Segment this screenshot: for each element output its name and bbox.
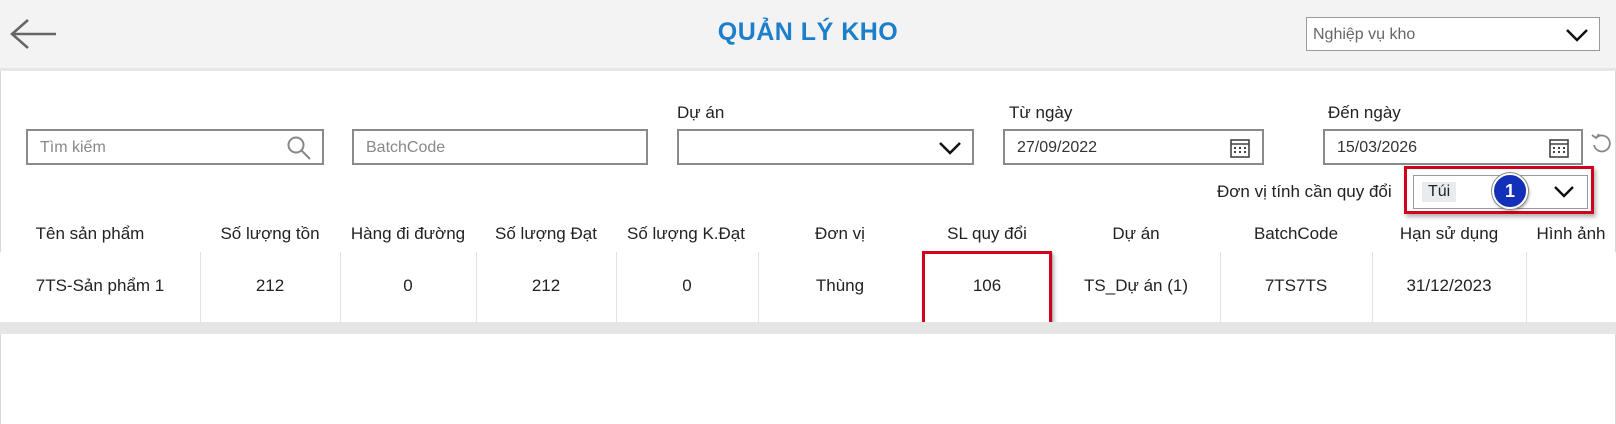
- col-don-vi: Đơn vị: [815, 224, 865, 243]
- col-so-luong-k-dat: Số lượng K.Đạt: [627, 224, 745, 243]
- chevron-down-icon: [1565, 27, 1589, 48]
- nghiep-vu-value: Nghiệp vụ kho: [1313, 26, 1416, 43]
- don-vi-quy-doi-label: Đơn vị tính cần quy đổi: [1217, 182, 1392, 201]
- step-badge: 1: [1492, 173, 1528, 209]
- refresh-icon[interactable]: [1590, 132, 1614, 161]
- batchcode-placeholder: BatchCode: [366, 139, 446, 156]
- tu-ngay-value: 27/09/2022: [1017, 139, 1098, 156]
- column-divider: [1526, 252, 1527, 322]
- table-header: Tên sản phẩm Số lượng tồn Hàng đi đường …: [0, 218, 1616, 254]
- cell-hang-di-duong: 0: [403, 276, 413, 295]
- cell-so-luong-k-dat: 0: [682, 276, 692, 295]
- search-input[interactable]: Tìm kiếm: [26, 129, 324, 165]
- den-ngay-value: 15/03/2026: [1337, 139, 1418, 156]
- col-han-su-dung: Hạn sử dụng: [1399, 224, 1499, 243]
- cell-ten-san-pham: 7TS-Sản phẩm 1: [35, 276, 165, 295]
- calendar-icon[interactable]: [1549, 138, 1569, 163]
- cell-so-luong-dat: 212: [531, 276, 561, 295]
- cell-han-su-dung: 31/12/2023: [1406, 276, 1492, 295]
- batchcode-input[interactable]: BatchCode: [352, 129, 648, 165]
- col-so-luong-ton: Số lượng tồn: [220, 224, 320, 243]
- du-an-select[interactable]: [677, 129, 974, 165]
- col-sl-quy-doi: SL quy đổi: [947, 224, 1027, 243]
- cell-so-luong-ton: 212: [255, 276, 285, 295]
- horizontal-scrollbar[interactable]: [0, 322, 1616, 334]
- table-row[interactable]: 7TS-Sản phẩm 1 212 0 212 0 Thùng 106 TS_…: [0, 252, 1616, 322]
- du-an-label: Dự án: [677, 103, 725, 122]
- col-so-luong-dat: Số lượng Đạt: [495, 224, 597, 243]
- col-ten-san-pham: Tên sản phẩm: [35, 224, 145, 243]
- col-batchcode: BatchCode: [1253, 224, 1339, 243]
- den-ngay-date-picker[interactable]: 15/03/2026: [1323, 129, 1583, 165]
- nghiep-vu-select[interactable]: Nghiệp vụ kho: [1306, 17, 1600, 51]
- col-du-an: Dự án: [1112, 224, 1160, 243]
- cell-du-an: TS_Dự án (1): [1084, 276, 1188, 295]
- warehouse-page: QUẢN LÝ KHO Nghiệp vụ kho Tìm kiếm Batch…: [0, 0, 1616, 424]
- tu-ngay-label: Từ ngày: [1009, 103, 1073, 122]
- chevron-down-icon: [938, 140, 962, 161]
- col-hang-di-duong: Hàng đi đường: [350, 224, 466, 243]
- tu-ngay-date-picker[interactable]: 27/09/2022: [1003, 129, 1264, 165]
- search-placeholder: Tìm kiếm: [40, 139, 106, 156]
- den-ngay-label: Đến ngày: [1328, 103, 1401, 122]
- header-bar: QUẢN LÝ KHO Nghiệp vụ kho: [0, 0, 1616, 71]
- sl-quy-doi-highlight-box: [922, 251, 1052, 325]
- search-icon[interactable]: [286, 135, 312, 166]
- cell-batchcode: 7TS7TS: [1264, 276, 1328, 295]
- col-hinh-anh: Hình ảnh: [1536, 224, 1606, 243]
- cell-don-vi: Thùng: [815, 276, 865, 295]
- calendar-icon[interactable]: [1230, 138, 1250, 163]
